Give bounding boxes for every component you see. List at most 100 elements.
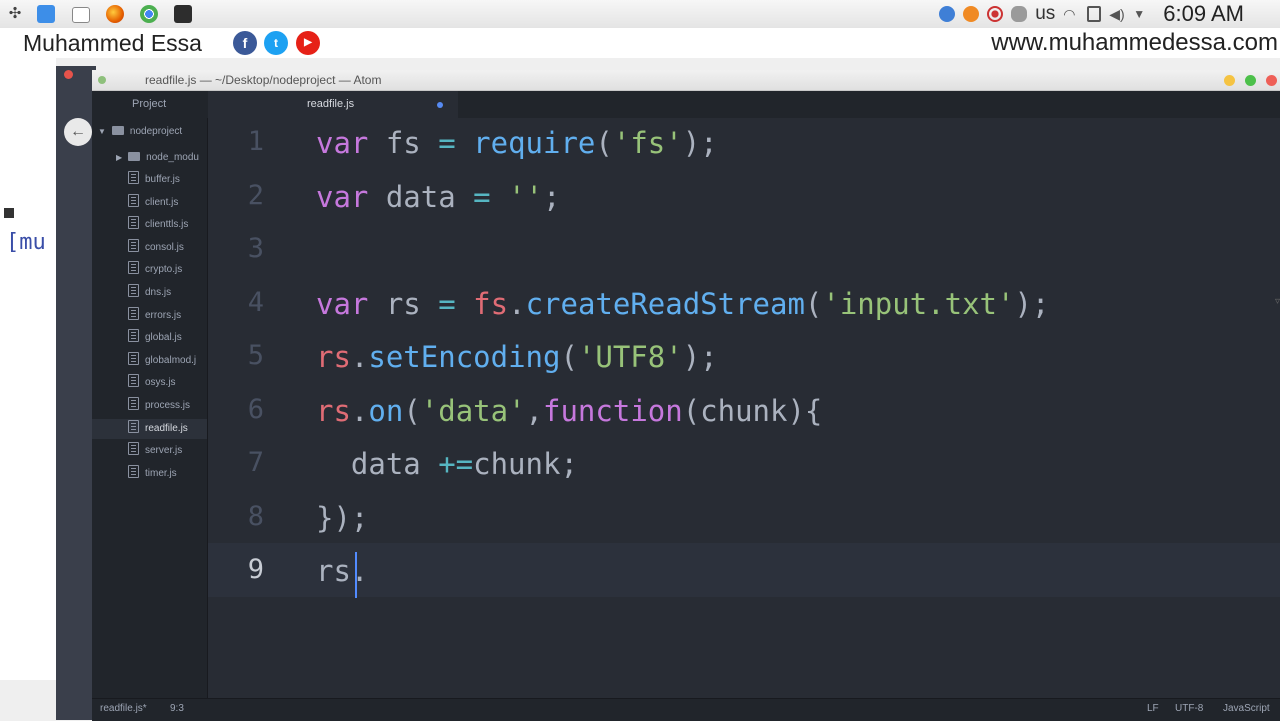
tree-file-item[interactable]: dns.js — [92, 283, 207, 303]
code-editor[interactable]: 123456789 var fs = require('fs'); var dat… — [208, 118, 1280, 698]
tree-file-item[interactable]: errors.js — [92, 306, 207, 326]
status-file-name[interactable]: readfile.js* — [100, 703, 147, 714]
twitter-icon: t — [264, 31, 288, 55]
code-token: ( — [595, 126, 613, 160]
firefox-icon[interactable] — [106, 5, 124, 23]
code-token: ); — [682, 126, 718, 160]
file-icon — [128, 171, 139, 184]
code-line[interactable]: var data = ''; — [316, 180, 560, 214]
window-title: readfile.js — ~/Desktop/nodeproject — At… — [145, 73, 382, 87]
chrome-icon[interactable] — [140, 5, 158, 23]
back-arrow-icon[interactable]: ← — [64, 118, 92, 146]
file-icon — [128, 442, 139, 456]
code-line[interactable]: rs.on('data',function(chunk){ — [316, 394, 822, 428]
tree-folder-node-modules[interactable]: ▶ node_modu — [116, 148, 199, 168]
code-line[interactable]: data +=chunk; — [316, 447, 578, 481]
tree-root-folder[interactable]: ▼ nodeproject — [98, 122, 182, 142]
background-window-text: [mu — [6, 230, 46, 255]
system-tray: us ◠ ◀) ▼ 6:09 AM — [939, 0, 1280, 28]
tree-file-item[interactable]: buffer.js — [92, 170, 207, 190]
file-icon — [128, 464, 139, 478]
code-token: rs — [316, 340, 351, 374]
status-line-ending[interactable]: LF — [1147, 703, 1159, 714]
code-token: 'data' — [420, 393, 526, 428]
volume-icon[interactable]: ◀) — [1109, 6, 1125, 22]
tree-file-item[interactable]: process.js — [92, 396, 207, 416]
modified-indicator-icon[interactable] — [437, 102, 443, 108]
tree-file-item[interactable]: readfile.js — [92, 418, 207, 439]
vlc-icon[interactable] — [963, 6, 980, 22]
minimize-button[interactable] — [1224, 75, 1235, 86]
line-number: 2 — [247, 179, 264, 211]
tree-file-label: dns.js — [145, 287, 172, 298]
close-button[interactable] — [1266, 75, 1277, 86]
clipboard-icon[interactable] — [1087, 6, 1102, 22]
tree-root-label: nodeproject — [129, 126, 183, 137]
screenshot-icon[interactable] — [72, 7, 90, 23]
tab-readfile[interactable]: readfile.js — [208, 91, 458, 118]
record-icon[interactable] — [987, 6, 1004, 22]
clock[interactable]: 6:09 AM — [1163, 1, 1244, 27]
tree-file-label: client.js — [145, 196, 179, 208]
file-icon — [128, 261, 139, 275]
tree-file-item[interactable]: timer.js — [92, 464, 207, 484]
wifi-icon[interactable]: ◠ — [1063, 6, 1079, 22]
tree-file-item[interactable]: server.js — [92, 441, 207, 461]
tab-project[interactable]: Project — [132, 91, 166, 118]
code-token: . — [508, 286, 526, 321]
code-line[interactable]: var rs = fs.createReadStream('input.txt'… — [316, 287, 1049, 321]
code-token: = — [438, 126, 456, 160]
code-line[interactable]: rs.setEncoding('UTF8'); — [316, 340, 718, 374]
terminal-icon[interactable] — [174, 5, 192, 23]
chevron-down-icon: ▼ — [98, 127, 106, 136]
keyboard-layout-indicator[interactable]: us — [1035, 3, 1055, 25]
code-line[interactable]: rs. — [316, 554, 368, 588]
status-encoding[interactable]: UTF-8 — [1175, 703, 1203, 714]
file-icon — [128, 374, 139, 388]
code-token: on — [368, 393, 404, 428]
status-grammar[interactable]: JavaScript — [1223, 703, 1270, 714]
file-icon — [128, 351, 139, 365]
code-token: fs — [473, 286, 509, 321]
tree-file-item[interactable]: clienttls.js — [92, 215, 207, 235]
tree-file-label: global.js — [145, 332, 182, 344]
tree-file-item[interactable]: global.js — [92, 328, 207, 348]
folder-icon — [128, 152, 141, 161]
tree-view: ▼ nodeproject ▶ node_modu buffer.js client.… — [92, 118, 208, 698]
scroll-marker: ▿ — [1274, 296, 1280, 307]
file-icon — [128, 306, 139, 320]
file-manager-icon[interactable] — [37, 5, 55, 23]
code-token: 'UTF8' — [577, 340, 683, 374]
apps-menu-icon[interactable]: ✣ — [6, 5, 24, 23]
network-users-icon[interactable] — [1011, 6, 1028, 22]
code-token: 'input.txt' — [822, 286, 1015, 321]
code-token: fs — [368, 126, 439, 160]
system-top-bar: ✣ us ◠ ◀) ▼ 6:09 AM — [0, 0, 1280, 29]
tree-file-item[interactable]: consol.js — [92, 238, 207, 258]
tree-file-item[interactable]: client.js — [92, 193, 207, 213]
tree-folder-label: node_modu — [146, 152, 199, 163]
tree-file-label: consol.js — [145, 241, 184, 253]
dropdown-icon[interactable]: ▼ — [1133, 6, 1149, 22]
line-number: 3 — [247, 233, 264, 264]
line-number: 6 — [247, 393, 264, 425]
file-icon — [128, 397, 139, 410]
tree-file-item[interactable]: globalmod.j — [92, 351, 207, 371]
file-icon — [128, 284, 139, 297]
tree-file-item[interactable]: osys.js — [92, 373, 207, 393]
code-token: data — [368, 179, 474, 214]
status-cursor-position[interactable]: 9:3 — [170, 703, 184, 714]
code-line[interactable]: var fs = require('fs'); — [316, 126, 718, 160]
tree-file-label: timer.js — [145, 467, 177, 479]
code-line[interactable]: }); — [316, 501, 368, 535]
code-token: ; — [543, 179, 561, 214]
maximize-button[interactable] — [1245, 75, 1256, 86]
code-token: createReadStream — [525, 286, 805, 321]
tree-file-label: clienttls.js — [145, 219, 189, 231]
code-token: setEncoding — [368, 340, 561, 374]
sync-icon[interactable] — [939, 6, 956, 22]
code-token: var — [316, 286, 369, 321]
code-token: '' — [508, 179, 544, 214]
author-banner: Muhammed Essa f t ▶ www.muhammedessa.com — [0, 28, 1280, 58]
tree-file-item[interactable]: crypto.js — [92, 260, 207, 280]
